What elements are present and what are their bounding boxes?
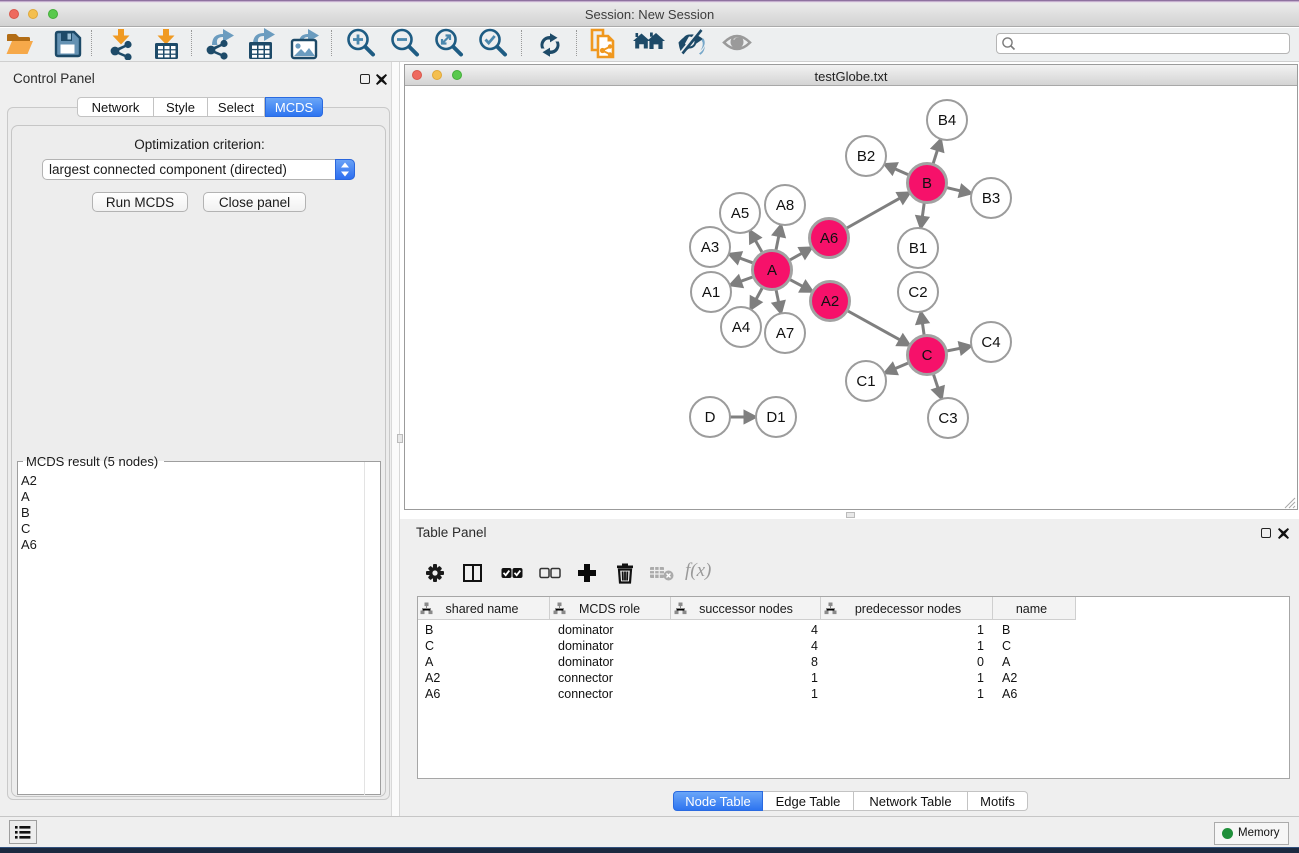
svg-text:C3: C3	[938, 410, 957, 427]
svg-text:B1: B1	[909, 240, 927, 257]
svg-text:B4: B4	[938, 112, 956, 129]
svg-text:C4: C4	[981, 334, 1000, 351]
svg-text:B: B	[922, 175, 932, 192]
svg-text:A8: A8	[776, 197, 794, 214]
svg-text:D1: D1	[766, 409, 785, 426]
svg-text:C2: C2	[908, 284, 927, 301]
svg-text:A5: A5	[731, 205, 749, 222]
svg-text:D: D	[705, 409, 716, 426]
svg-text:A1: A1	[702, 284, 720, 301]
svg-text:A: A	[767, 262, 777, 279]
svg-text:A3: A3	[701, 239, 719, 256]
svg-text:B3: B3	[982, 190, 1000, 207]
svg-text:A6: A6	[820, 230, 838, 247]
svg-text:C1: C1	[856, 373, 875, 390]
svg-text:A4: A4	[732, 319, 750, 336]
svg-text:B2: B2	[857, 148, 875, 165]
svg-text:C: C	[922, 347, 933, 364]
svg-text:A7: A7	[776, 325, 794, 342]
svg-text:A2: A2	[821, 293, 839, 310]
